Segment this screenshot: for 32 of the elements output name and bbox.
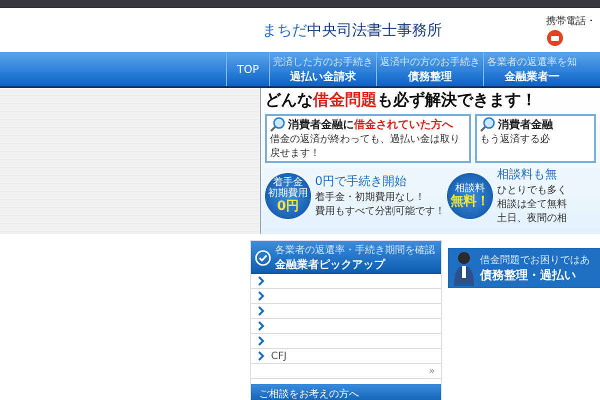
offer-text: 費用もすべて分割可能です！ [315,204,443,218]
promo-title: 債務整理・過払い [480,266,577,284]
nav-link[interactable]: 返済中の方のお手続き 債務整理 [376,52,483,86]
headline: どんな借金問題も必ず解決できます！ [265,90,538,111]
logo-text: 中央司法書士事務所 [307,20,442,40]
more-link[interactable]: » [428,366,435,376]
nav-link[interactable]: 完済した方のお手続き 過払い金請求 [269,52,376,86]
offer-title: 0円で手続き開始 [315,173,408,190]
offer-text: ひとりでも多く [497,184,568,197]
magnifier-icon [270,117,286,132]
promo-text: 借金問題でお困りではあ [480,254,590,266]
phone-label: 携帯電話・ [546,14,596,28]
sidebar-header: ご相談をお考えの方へ [251,384,441,400]
offer-text: 土日、夜間の相 [497,212,568,225]
offer-badge: 相談料 無料！ [447,172,493,218]
check-circle-icon [255,250,271,266]
card-title: 消費者金融に借金されていた方へ [288,117,453,132]
card-title: 消費者金融 [498,117,553,132]
offer-text: 着手金・初期費用なし！ [315,190,426,204]
nav-link[interactable]: TOP [226,52,269,86]
person-silhouette-icon [451,250,477,286]
card-text: もう返済する必 [480,132,551,146]
card-text: 借金の返済が終わっても、過払い金は取り戻せます！ [270,132,461,160]
offer-text: 相談は全て無料 [497,198,568,211]
offer-title: 相談料も無 [497,166,558,183]
magnifier-icon [480,117,496,132]
sidebar-link[interactable]: CFJ [271,350,287,362]
sidebar-title: 金融業者ピックアップ [275,257,386,272]
offer-badge: 着手金 初期費用 0円 [265,172,311,218]
logo-text: まちだ [262,20,307,40]
nav-link[interactable]: 各業者の返還率を知 金融業者一 [483,52,580,86]
sidebar-subtitle: 各業者の返還率・手続き期間を確認 [275,244,435,257]
